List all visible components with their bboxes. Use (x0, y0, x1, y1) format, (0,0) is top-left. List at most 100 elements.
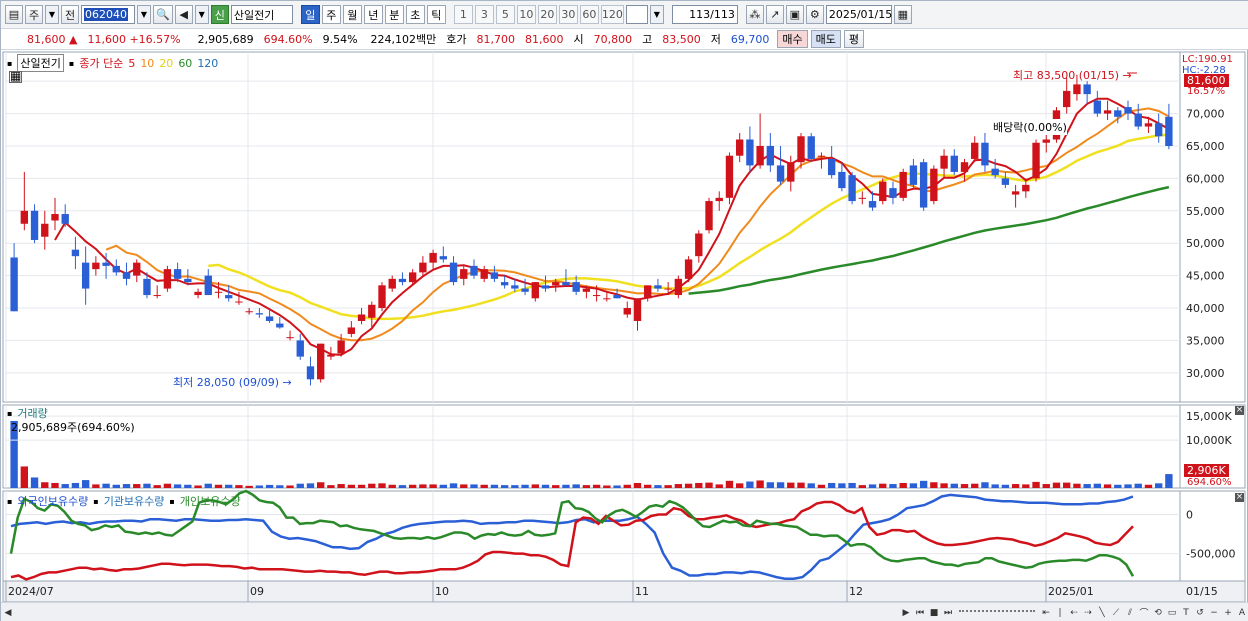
volume-bar (919, 480, 928, 488)
volume-bar (868, 484, 877, 488)
interval-1-button[interactable]: 1 (453, 5, 473, 24)
interval-20-button[interactable]: 20 (537, 5, 557, 24)
candle-down (306, 366, 315, 380)
date-field[interactable]: 2025/01/15 (825, 5, 892, 24)
zoom-slider[interactable] (959, 609, 1035, 616)
interval-120-button[interactable]: 120 (600, 5, 624, 24)
market-kind-select[interactable]: 주 (25, 5, 43, 24)
legend-stock-name[interactable]: 산일전기 (17, 54, 64, 72)
search-icon[interactable]: 🔍 (153, 5, 173, 24)
period-month-button[interactable]: 월 (342, 5, 362, 24)
period-week-button[interactable]: 주 (321, 5, 341, 24)
interval-10-button[interactable]: 10 (516, 5, 536, 24)
candle-down (766, 145, 775, 166)
candle-up (940, 155, 948, 169)
period-minute-button[interactable]: 분 (384, 5, 404, 24)
prev-button[interactable]: 전 (61, 5, 79, 24)
interval-3-button[interactable]: 3 (474, 5, 494, 24)
volume-bar (991, 484, 999, 488)
play-icon[interactable]: ▶ (899, 606, 913, 620)
legend-individual[interactable]: 개인보유수량 (180, 493, 241, 509)
draw-line-icon[interactable]: ╲ (1095, 606, 1109, 620)
save-icon[interactable]: ▣ (785, 5, 804, 24)
zoom-out-icon[interactable]: − (1207, 606, 1221, 620)
legend-institution[interactable]: 기관보유수량 (104, 493, 165, 509)
nav-prev-icon[interactable]: ⇠ (1067, 606, 1081, 620)
close-icon[interactable]: × (1235, 406, 1244, 415)
speaker-icon[interactable]: ◀ (174, 5, 193, 24)
volume-bar (613, 485, 621, 488)
stock-code-input[interactable]: 062040 (81, 5, 135, 24)
candle-up (327, 354, 335, 357)
count-field[interactable]: 113/113 (671, 5, 738, 24)
period-tick-button[interactable]: 틱 (426, 5, 446, 24)
eval-button[interactable]: 평 (843, 30, 865, 48)
interval-dropdown-icon[interactable]: ▼ (649, 5, 664, 24)
candle-up (715, 197, 723, 202)
volume-bar (490, 484, 499, 488)
draw-tool-icon[interactable]: ↗ (765, 5, 784, 24)
legend-ma120[interactable]: 120 (197, 57, 218, 70)
calendar-icon[interactable]: ▦ (893, 5, 912, 24)
stop-icon[interactable]: ■ (927, 606, 941, 620)
nav-next-icon[interactable]: ⇢ (1081, 606, 1095, 620)
price-tick-label: 30,000 (1186, 367, 1225, 380)
legend-ma-type[interactable]: 종가 단순 (79, 55, 123, 71)
period-year-button[interactable]: 년 (363, 5, 383, 24)
volume-bar (122, 484, 131, 488)
volume-bar (184, 484, 192, 488)
speaker-dropdown-icon[interactable]: ▼ (194, 5, 209, 24)
draw-text-icon[interactable]: T (1179, 606, 1193, 620)
volume-bar (521, 484, 529, 488)
forward-icon[interactable]: ⏭ (941, 606, 955, 620)
volume-bar (1022, 484, 1030, 488)
gear-icon[interactable]: ⚙ (805, 5, 824, 24)
legend-ma60[interactable]: 60 (178, 57, 192, 70)
nav-start-icon[interactable]: ⇤ (1039, 606, 1053, 620)
interval-5-button[interactable]: 5 (495, 5, 515, 24)
interval-30-button[interactable]: 30 (558, 5, 578, 24)
code-dropdown-icon[interactable]: ▼ (137, 5, 151, 24)
rewind-icon[interactable]: ⏮ (913, 606, 927, 620)
buy-button[interactable]: 매수 (777, 30, 808, 48)
interval-60-button[interactable]: 60 (579, 5, 599, 24)
scroll-left-icon[interactable]: ◀ (1, 606, 15, 620)
candle-up (388, 278, 396, 289)
zoom-reset-icon[interactable]: ↺ (1193, 606, 1207, 620)
chevron-down-icon[interactable]: ▼ (45, 5, 59, 24)
draw-cycle-icon[interactable]: ⟲ (1151, 606, 1165, 620)
window-menu-icon[interactable]: ▤ (5, 5, 23, 24)
candle-down (173, 269, 182, 279)
volume-bar (500, 485, 509, 488)
volume-bar (827, 482, 836, 488)
sell-button[interactable]: 매도 (810, 30, 841, 48)
price-tick-label: 35,000 (1186, 334, 1225, 347)
draw-fib-icon[interactable]: ⫽ (1123, 606, 1137, 620)
legend-ma5[interactable]: 5 (128, 57, 135, 70)
auto-scale-icon[interactable]: A (1235, 606, 1248, 620)
legend-foreign[interactable]: 외국인보유수량 (17, 493, 88, 509)
total-value: 113 (713, 8, 735, 21)
grid-icon[interactable]: ⁂ (745, 5, 764, 24)
candle-down (1154, 123, 1163, 137)
draw-arc-icon[interactable]: ⌒ (1137, 606, 1151, 620)
candle-down (122, 272, 131, 279)
legend-ma20[interactable]: 20 (159, 57, 173, 70)
interval-custom-input[interactable] (625, 5, 648, 24)
volume-bar (1134, 483, 1142, 488)
period-second-button[interactable]: 초 (405, 5, 425, 24)
legend-ma10[interactable]: 10 (140, 57, 154, 70)
volume-bar (1042, 484, 1050, 488)
chart-window: ▤ 주 ▼ 전 062040 ▼ 🔍 ◀ ▼ 신 산일전기 일 주 월 년 분 … (0, 0, 1248, 621)
nav-bar-icon[interactable]: | (1053, 606, 1067, 620)
candle-down (572, 282, 580, 292)
period-day-button[interactable]: 일 (300, 5, 320, 24)
interval-5-label: 5 (501, 8, 509, 21)
zoom-in-icon[interactable]: + (1221, 606, 1235, 620)
table-icon[interactable]: ▦ (9, 70, 22, 83)
draw-box-icon[interactable]: ▭ (1165, 606, 1179, 620)
draw-trend-icon[interactable]: ⟋ (1109, 606, 1123, 620)
bottom-scrollbar[interactable]: ◀ ▶ ⏮ ■ ⏭ ⇤ | ⇠ ⇢ ╲ ⟋ ⫽ ⌒ ⟲ ▭ T ↺ − + A (1, 602, 1248, 621)
stock-name-field[interactable]: 산일전기 (230, 5, 293, 24)
close-icon[interactable]: × (1235, 493, 1244, 502)
